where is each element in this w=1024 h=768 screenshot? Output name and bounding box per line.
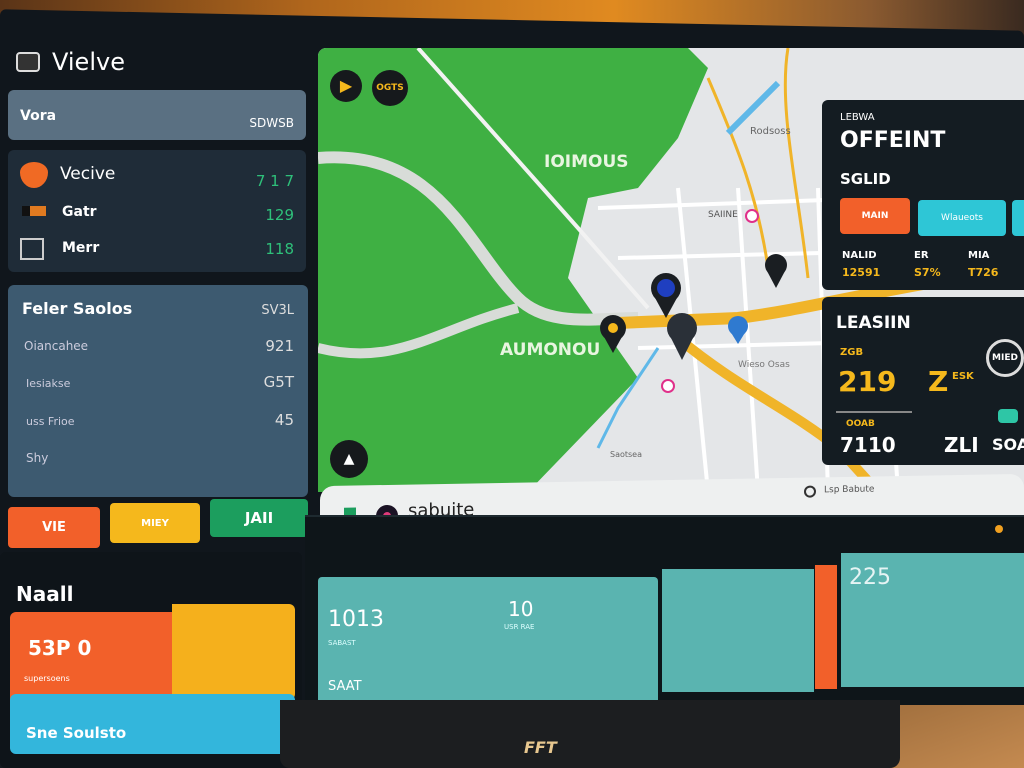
big-value: 53P 0 [28,636,92,660]
location-icon[interactable] [804,485,816,498]
big-value: 219 [838,365,897,398]
map-pin[interactable] [765,254,787,288]
park-area [318,48,708,492]
tile-1[interactable]: 1013 SABAST 10 USR RAE SAAT [318,577,658,702]
value: SOA [992,435,1024,454]
bottom-left-title: Naall [16,582,74,606]
card-kicker: LEBWA [840,112,875,123]
miey-button[interactable]: MIEY [110,503,200,543]
ogts-button[interactable]: OGTS [372,70,408,106]
stats-row-label: Iesiakse [26,377,71,390]
vehicle-label[interactable]: Gatr [62,204,97,220]
stats-title-value: SV3L [261,303,294,318]
stats-row-label: Oiancahee [24,339,89,353]
tile-value: 225 [849,565,891,590]
vehicle-label[interactable]: Vecive [60,164,115,184]
map-pin[interactable] [651,273,681,318]
monitor-stand: FFT [280,700,900,768]
col-label: NALID [842,250,877,261]
divider [836,411,912,413]
vehicle-list: Vecive 7 1 7 Gatr 129 Merr 118 [8,150,306,272]
col-label: MIA [968,250,990,261]
vehicle-label[interactable]: Merr [62,240,99,256]
col-value: 12591 [842,266,881,279]
blue-bar[interactable]: Sne Soulsto [10,694,295,754]
offeint-card: LEBWA OFFEINT SGLID MAIN Wlaueots NALID … [822,100,1024,290]
tile-sub: SABAST [328,639,356,647]
main-button[interactable]: MAIN [840,198,910,234]
road [783,48,810,279]
map-label: SAIINE [708,210,738,220]
header-row-value: SDWSB [249,116,294,130]
value: ZLI [944,433,979,457]
navigation-icon[interactable]: ▲ [330,440,368,478]
big-value: Z [928,365,949,398]
truck-icon [20,238,44,260]
tile-value: 1013 [328,607,384,632]
chat-icon[interactable] [998,409,1018,423]
brand-logo: FFT [524,738,557,757]
stats-title: Feler Saolos [22,299,133,318]
leasiin-card: LEASIIN ZGB 219 Z ESK MIED OOAB 7110 ZLI… [822,297,1024,465]
stats-row-value: G5T [263,373,294,391]
stats-card: Feler Saolos SV3L Oiancahee 921 Iesiakse… [8,285,308,497]
tile-2[interactable] [662,569,814,692]
shield-icon [20,162,48,188]
col-label: ER [914,250,929,261]
alert-bar [815,565,837,689]
col-value: S7% [914,266,941,279]
tile-foot: SAAT [328,679,362,694]
tile-sub: USR RAE [504,623,535,631]
bottom-panel: 1013 SABAST 10 USR RAE SAAT 225 [305,515,1024,705]
tile-3[interactable]: 225 [841,553,1024,687]
car-icon [22,206,46,216]
vehicle-value: 129 [265,206,294,224]
small-label: ZGB [840,347,864,358]
poi-marker[interactable] [745,209,759,223]
header-row[interactable]: Vora SDWSB [8,90,306,140]
map-label: AUMONOU [500,340,601,360]
status-dot [995,525,1003,533]
secondary-button[interactable]: Wlaueots [918,200,1006,236]
card-title: OFFEINT [840,128,946,153]
map-label: Rodsoss [750,126,791,137]
poi-marker[interactable] [661,379,675,393]
tile-value: 10 [508,597,534,621]
vie-button[interactable]: VIE [8,507,100,548]
third-button[interactable] [1012,200,1024,236]
search-hint: Lsp Babute [824,484,875,496]
jaii-button[interactable]: JAII [210,499,308,537]
value: 7110 [840,433,896,457]
map-label: Saotsea [610,450,643,459]
stats-row-value: 921 [265,337,294,355]
map-label: Wieso Osas [738,360,790,370]
vehicle-value: 118 [265,240,294,258]
header-row-label: Vora [20,108,57,124]
bottom-left-panel: Naall 53P 0 supersoens Sne Soulsto [0,552,302,768]
play-icon[interactable]: ▶ [330,70,362,102]
big-value-sub: supersoens [24,674,70,683]
app-logo-icon [16,52,40,72]
stats-row-label: uss Frioe [26,415,75,428]
vehicle-value: 7 1 7 [255,172,294,190]
road [706,77,770,269]
stats-row-label: Shy [26,451,49,465]
tag-label: OOAB [846,419,875,429]
stats-row-value: 45 [274,411,294,429]
card-title: LEASIIN [836,313,911,333]
blue-bar-label: Sne Soulsto [26,724,127,742]
map-pin[interactable] [728,316,748,344]
app-title: Vielve [52,48,125,76]
map-label: IOIMOUS [544,152,629,172]
card-subtitle: SGLID [840,170,891,188]
col-value: T726 [968,266,999,279]
status-badge: MIED [986,339,1024,377]
yellow-block [172,604,295,700]
big-value-sup: ESK [952,371,974,382]
